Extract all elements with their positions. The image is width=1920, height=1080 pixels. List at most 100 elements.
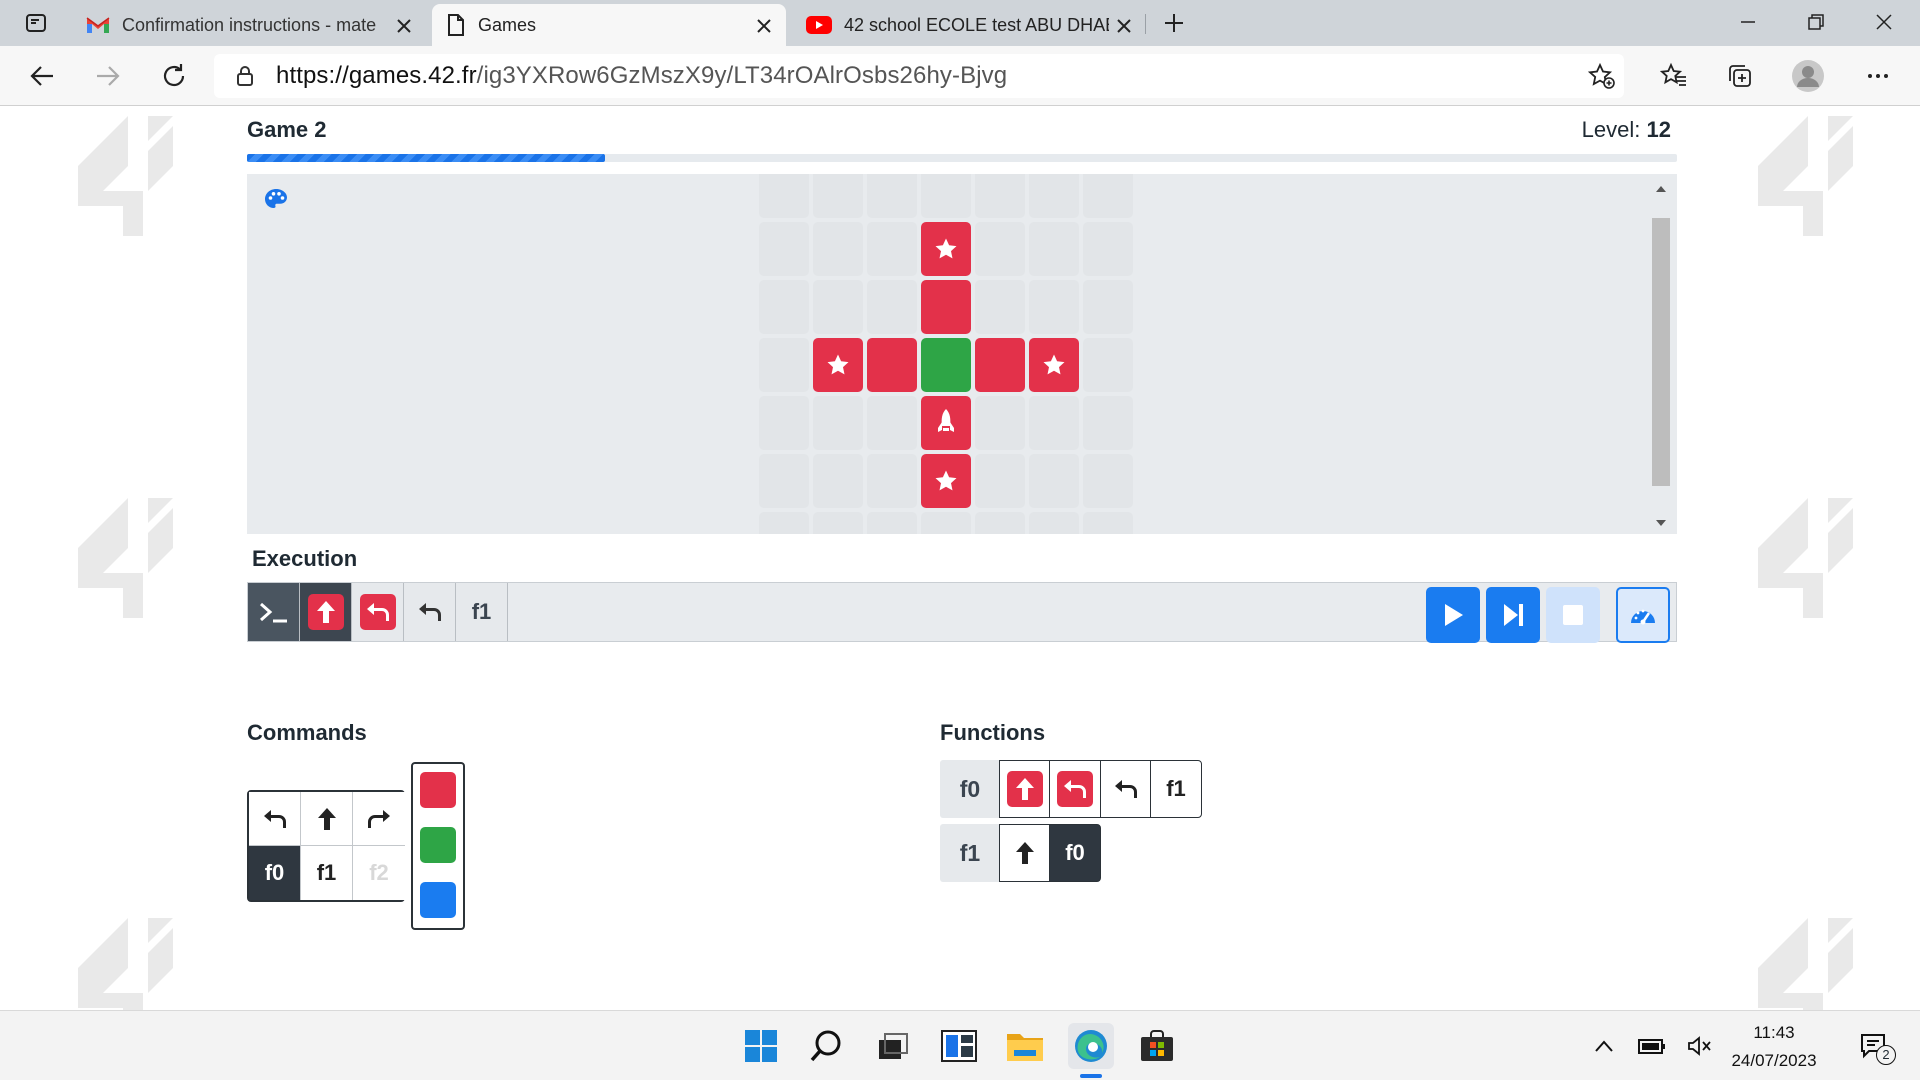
level-progress-fill <box>247 154 605 162</box>
f2-command-button[interactable]: f2 <box>353 846 405 900</box>
empty-tile <box>1029 454 1079 508</box>
empty-tile <box>813 454 863 508</box>
function-slot[interactable] <box>1099 760 1152 818</box>
game-panel: Game 2 Level: 12 Execution f1 Commands f… <box>240 106 1680 1010</box>
empty-tile <box>759 280 809 334</box>
function-name: f1 <box>940 824 1000 882</box>
f0-command-button[interactable]: f0 <box>249 846 301 900</box>
tab-gmail[interactable]: Confirmation instructions - mate <box>72 4 426 46</box>
step-button[interactable] <box>1486 587 1540 643</box>
file-explorer-icon[interactable] <box>1002 1023 1048 1069</box>
level-label: Level: <box>1581 117 1641 142</box>
empty-tile <box>975 174 1025 218</box>
empty-tile <box>975 512 1025 534</box>
start-windows-icon[interactable] <box>738 1023 784 1069</box>
f1-command-button[interactable]: f1 <box>301 846 353 900</box>
back-icon[interactable] <box>22 56 62 96</box>
collections-icon[interactable] <box>1720 56 1760 96</box>
search-icon[interactable] <box>804 1023 850 1069</box>
f1-label: f1 <box>316 860 337 885</box>
board-grid <box>759 174 1139 534</box>
empty-tile <box>1083 338 1133 392</box>
task-view-icon[interactable] <box>870 1023 916 1069</box>
stop-icon <box>1563 605 1583 625</box>
battery-icon[interactable] <box>1632 1023 1672 1069</box>
empty-tile <box>1029 174 1079 218</box>
tab-title: 42 school ECOLE test ABU DHAB <box>844 14 1109 35</box>
tab-actions-icon[interactable] <box>12 4 60 42</box>
profile-avatar[interactable] <box>1788 56 1828 96</box>
notification-center-icon[interactable]: 2 <box>1852 1023 1896 1069</box>
empty-tile <box>1029 512 1079 534</box>
empty-tile <box>975 222 1025 276</box>
refresh-icon[interactable] <box>154 56 194 96</box>
favorites-icon[interactable] <box>1654 56 1694 96</box>
tab-title: Confirmation instructions - mate <box>122 14 377 35</box>
system-clock[interactable]: 11:43 24/07/2023 <box>1724 1019 1824 1075</box>
function-call-label: f1 <box>471 599 492 624</box>
function-slot[interactable] <box>998 760 1051 818</box>
more-options-icon[interactable] <box>1858 56 1898 96</box>
scroll-up-icon[interactable] <box>1655 184 1667 194</box>
function-row-f1: f1 f0 <box>940 824 1101 882</box>
close-tab-icon[interactable] <box>1112 14 1136 38</box>
red-color-button[interactable] <box>420 772 456 808</box>
empty-tile <box>759 396 809 450</box>
rocket-icon <box>938 409 954 432</box>
empty-tile <box>867 174 917 218</box>
green-tile <box>921 338 971 392</box>
tab-youtube[interactable]: 42 school ECOLE test ABU DHAB <box>792 4 1146 46</box>
new-tab-icon[interactable] <box>1150 4 1198 42</box>
forward-icon[interactable] <box>88 56 128 96</box>
red-condition <box>359 594 396 630</box>
42-watermark-icon <box>78 918 173 1010</box>
forward-button[interactable] <box>301 792 353 846</box>
green-color-button[interactable] <box>420 827 456 863</box>
minimize-icon[interactable] <box>1718 0 1778 44</box>
url-field[interactable]: https://games.42.fr/ig3YXRow6GzMszX9y/LT… <box>214 54 1624 98</box>
windows-taskbar: 11:43 24/07/2023 2 <box>0 1010 1920 1080</box>
empty-tile <box>867 454 917 508</box>
level-progress-bar <box>247 154 1677 162</box>
function-slot[interactable] <box>998 824 1051 882</box>
function-call-label: f0 <box>1065 840 1085 865</box>
game-title: Game 2 <box>247 117 327 142</box>
turn-left-button[interactable] <box>249 792 301 846</box>
empty-tile <box>759 222 809 276</box>
empty-tile <box>921 512 971 534</box>
edge-browser-icon[interactable] <box>1068 1023 1114 1069</box>
blue-color-button[interactable] <box>420 882 456 918</box>
add-favorite-icon[interactable] <box>1582 56 1622 96</box>
close-tab-icon[interactable] <box>392 14 416 38</box>
close-tab-icon[interactable] <box>752 14 776 38</box>
widgets-icon[interactable] <box>936 1023 982 1069</box>
close-window-icon[interactable] <box>1854 0 1914 44</box>
board-scrollbar[interactable] <box>1652 180 1670 532</box>
restore-icon[interactable] <box>1786 0 1846 44</box>
stop-button[interactable] <box>1546 587 1600 643</box>
volume-muted-icon[interactable] <box>1680 1023 1720 1069</box>
star-icon <box>827 354 849 375</box>
red-tile <box>813 338 863 392</box>
turn-right-button[interactable] <box>353 792 405 846</box>
palette-icon[interactable] <box>263 187 289 213</box>
execution-slot: f1 <box>456 583 508 641</box>
lock-icon[interactable] <box>234 65 256 87</box>
function-slot[interactable]: f0 <box>1049 824 1101 882</box>
active-app-indicator <box>1080 1074 1102 1078</box>
function-slot[interactable] <box>1049 760 1101 818</box>
turn-right-icon <box>368 809 390 828</box>
empty-tile <box>1083 396 1133 450</box>
scroll-thumb[interactable] <box>1652 218 1670 486</box>
tab-games[interactable]: Games <box>432 4 786 46</box>
show-hidden-icons-chevron-icon[interactable] <box>1584 1023 1624 1069</box>
empty-tile <box>1029 222 1079 276</box>
tab-title: Games <box>478 14 537 35</box>
url-text: https://games.42.fr/ig3YXRow6GzMszX9y/LT… <box>276 62 1007 90</box>
speed-button[interactable] <box>1616 587 1670 643</box>
scroll-down-icon[interactable] <box>1655 518 1667 528</box>
red-condition <box>1057 771 1093 807</box>
microsoft-store-icon[interactable] <box>1134 1023 1180 1069</box>
play-button[interactable] <box>1426 587 1480 643</box>
function-slot[interactable]: f1 <box>1150 760 1202 818</box>
